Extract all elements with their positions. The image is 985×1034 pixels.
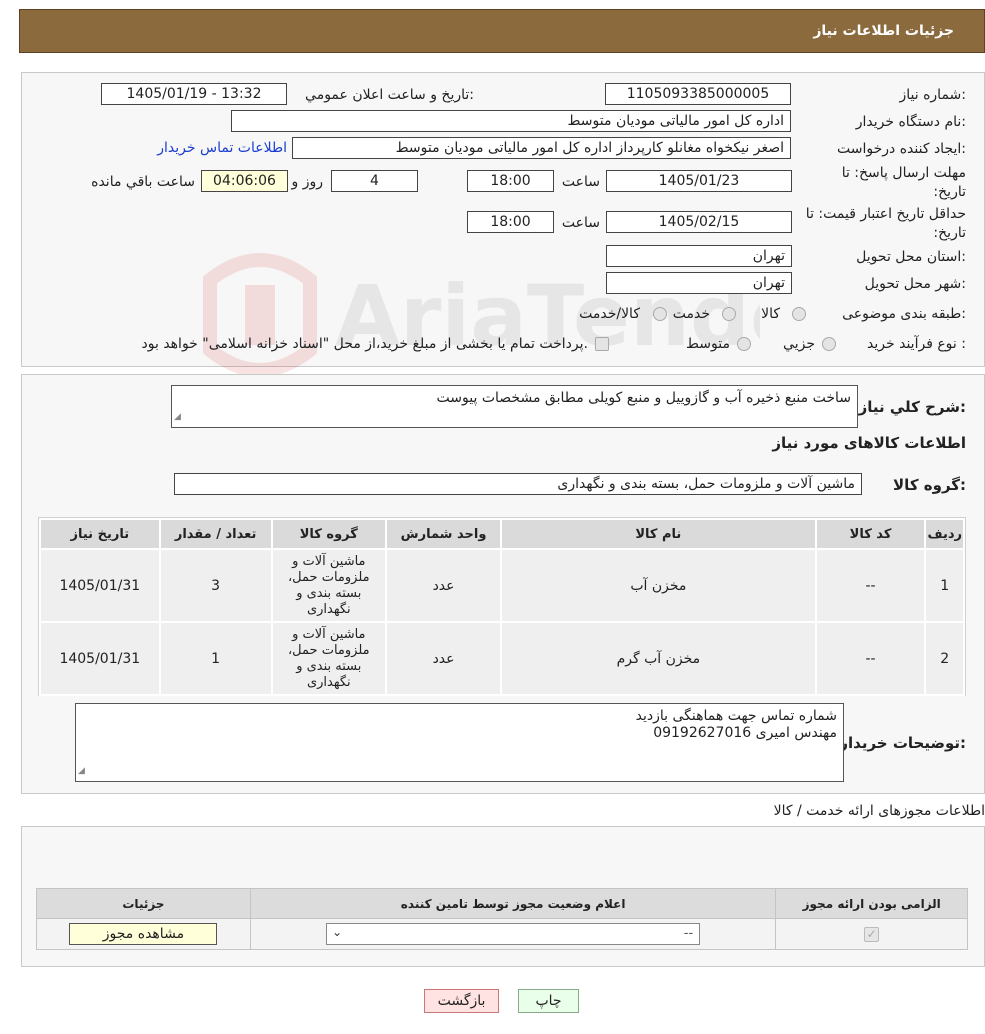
status-cell: ⌄ --	[249, 918, 777, 950]
announce-label: تاریخ و ساعت اعلان عمومي:	[305, 87, 474, 103]
cell-name: مخزن آب	[500, 548, 817, 623]
remaining-label: ساعت باقي مانده	[91, 174, 195, 190]
col-status: اعلام وضعیت مجوز توسط تامین کننده	[249, 888, 777, 919]
cell-unit: عدد	[384, 548, 503, 623]
deadline-time-label: ساعت	[561, 174, 600, 190]
city-field: تهران	[606, 272, 792, 294]
category-service-label: خدمت	[672, 306, 710, 322]
goods-info-title: اطلاعات کالاهای مورد نیاز	[772, 434, 966, 452]
chevron-down-icon: ⌄	[332, 925, 343, 939]
summary-text: ساخت منبع ذخیره آب و گازوییل و منبع کویل…	[436, 390, 851, 406]
category-label: طبقه بندی موضوعی:	[842, 306, 966, 322]
cell-date: 1405/01/31	[39, 548, 161, 623]
page-title: جزئیات اطلاعات نیاز	[813, 23, 954, 39]
licenses-table-wrap: الزامی بودن ارائه مجوز اعلام وضعیت مجوز …	[36, 888, 968, 950]
col-date: تاریخ نیاز	[39, 518, 161, 550]
province-label: استان محل تحویل:	[856, 249, 966, 265]
col-required: الزامی بودن ارائه مجوز	[775, 888, 968, 919]
category-goods-service-label: کالا/خدمت	[579, 306, 640, 322]
cell-unit: عدد	[384, 621, 503, 696]
license-status-value: --	[683, 926, 694, 941]
page-header: جزئیات اطلاعات نیاز	[19, 9, 985, 53]
buyer-field: اداره كل امور مالياتی موديان متوسط	[231, 110, 791, 132]
licenses-header-row: الزامی بودن ارائه مجوز اعلام وضعیت مجوز …	[36, 888, 968, 919]
cell-row: 1	[924, 548, 965, 623]
cell-qty: 1	[158, 621, 273, 696]
col-qty: تعداد / مقدار	[158, 518, 273, 550]
cell-row: 2	[924, 621, 965, 696]
items-header-row: ردیف کد کالا نام کالا واحد شمارش گروه کا…	[39, 518, 965, 550]
need-number-field: 1105093385000005	[605, 83, 791, 105]
col-unit: واحد شمارش	[384, 518, 503, 550]
days-label: روز و	[291, 174, 324, 190]
category-service-radio[interactable]	[722, 307, 736, 321]
license-status-select[interactable]: ⌄ --	[326, 923, 701, 945]
required-cell: ✓	[775, 918, 968, 950]
process-label: نوع فرآیند خرید :	[867, 336, 966, 352]
buyer-contact-link[interactable]: اطلاعات تماس خریدار	[157, 140, 287, 156]
group-field: ماشین آلات و ملزومات حمل، بسته بندی و نگ…	[174, 473, 862, 495]
validity-time-field: 18:00	[467, 211, 554, 233]
print-button[interactable]: چاپ	[518, 989, 579, 1013]
resize-grip-icon[interactable]: ◢	[174, 409, 181, 426]
table-row: 2 -- مخزن آب گرم عدد ماشین آلات و ملزوما…	[39, 621, 965, 696]
days-field: 4	[331, 170, 418, 192]
cell-name: مخزن آب گرم	[500, 621, 817, 696]
licenses-table: الزامی بودن ارائه مجوز اعلام وضعیت مجوز …	[36, 888, 968, 950]
buyer-notes-line1: شماره تماس جهت هماهنگی بازدید	[635, 708, 837, 724]
col-details: جزئیات	[36, 888, 251, 919]
back-button[interactable]: بازگشت	[424, 989, 499, 1013]
items-table-wrap: ردیف کد کالا نام کالا واحد شمارش گروه کا…	[38, 517, 966, 696]
required-checkbox[interactable]: ✓	[864, 926, 880, 942]
licenses-title: اطلاعات مجوزهای ارائه خدمت / کالا	[773, 803, 985, 819]
group-label: گروه کالا:	[893, 476, 966, 494]
validity-time-label: ساعت	[561, 215, 600, 231]
resize-grip-icon[interactable]: ◢	[78, 763, 85, 780]
col-code: کد کالا	[814, 518, 927, 550]
col-name: نام کالا	[500, 518, 817, 550]
deadline-date-field: 1405/01/23	[606, 170, 792, 192]
cell-group: ماشین آلات و ملزومات حمل، بسته بندی و نگ…	[270, 548, 387, 623]
need-number-label: شماره نیاز:	[899, 87, 966, 103]
buyer-label: نام دستگاه خریدار:	[855, 114, 966, 130]
province-field: تهران	[606, 245, 792, 267]
table-row: ✓ ⌄ -- مشاهده مجوز	[36, 918, 968, 950]
buyer-notes-textarea[interactable]: شماره تماس جهت هماهنگی بازدید مهندس امیر…	[75, 703, 844, 782]
buyer-notes-label: توضیحات خریدار:	[839, 734, 966, 752]
process-minor-label: جزيي	[783, 336, 815, 352]
cell-qty: 3	[158, 548, 273, 623]
process-medium-radio[interactable]	[737, 337, 751, 351]
buyer-notes-line2: مهندس امیری 09192627016	[653, 725, 837, 741]
validity-label: حداقل تاریخ اعتبار قیمت: تا تاریخ:	[805, 206, 966, 241]
category-goods-label: کالا	[761, 306, 780, 322]
category-goods-radio[interactable]	[792, 307, 806, 321]
cell-code: --	[814, 548, 927, 623]
creator-label: ایجاد کننده درخواست:	[837, 141, 966, 157]
deadline-label: مهلت ارسال پاسخ: تا تاریخ:	[841, 165, 966, 200]
col-row: ردیف	[924, 518, 965, 550]
summary-label: شرح کلي نیاز:	[858, 398, 966, 416]
deadline-time-field: 18:00	[467, 170, 554, 192]
summary-textarea[interactable]: ساخت منبع ذخیره آب و گازوییل و منبع کویل…	[171, 385, 858, 428]
category-goods-service-radio[interactable]	[653, 307, 667, 321]
items-table: ردیف کد کالا نام کالا واحد شمارش گروه کا…	[39, 518, 965, 696]
process-minor-radio[interactable]	[822, 337, 836, 351]
payment-note: پرداخت تمام یا بخشی از مبلغ خرید،از محل …	[141, 336, 588, 352]
creator-field: اصغر نیکخواه مغانلو کارپرداز اداره كل ام…	[292, 137, 791, 159]
col-group: گروه کالا	[270, 518, 387, 550]
city-label: شهر محل تحویل:	[864, 276, 966, 292]
cell-code: --	[814, 621, 927, 696]
details-cell: مشاهده مجوز	[36, 918, 251, 950]
view-license-button[interactable]: مشاهده مجوز	[69, 923, 218, 945]
cell-group: ماشین آلات و ملزومات حمل، بسته بندی و نگ…	[270, 621, 387, 696]
validity-date-field: 1405/02/15	[606, 211, 792, 233]
table-row: 1 -- مخزن آب عدد ماشین آلات و ملزومات حم…	[39, 548, 965, 623]
cell-date: 1405/01/31	[39, 621, 161, 696]
payment-checkbox[interactable]	[595, 337, 609, 351]
announce-field: 1405/01/19 - 13:32	[101, 83, 287, 105]
process-medium-label: متوسط	[686, 336, 730, 352]
remaining-time-field: 04:06:06	[201, 170, 288, 192]
